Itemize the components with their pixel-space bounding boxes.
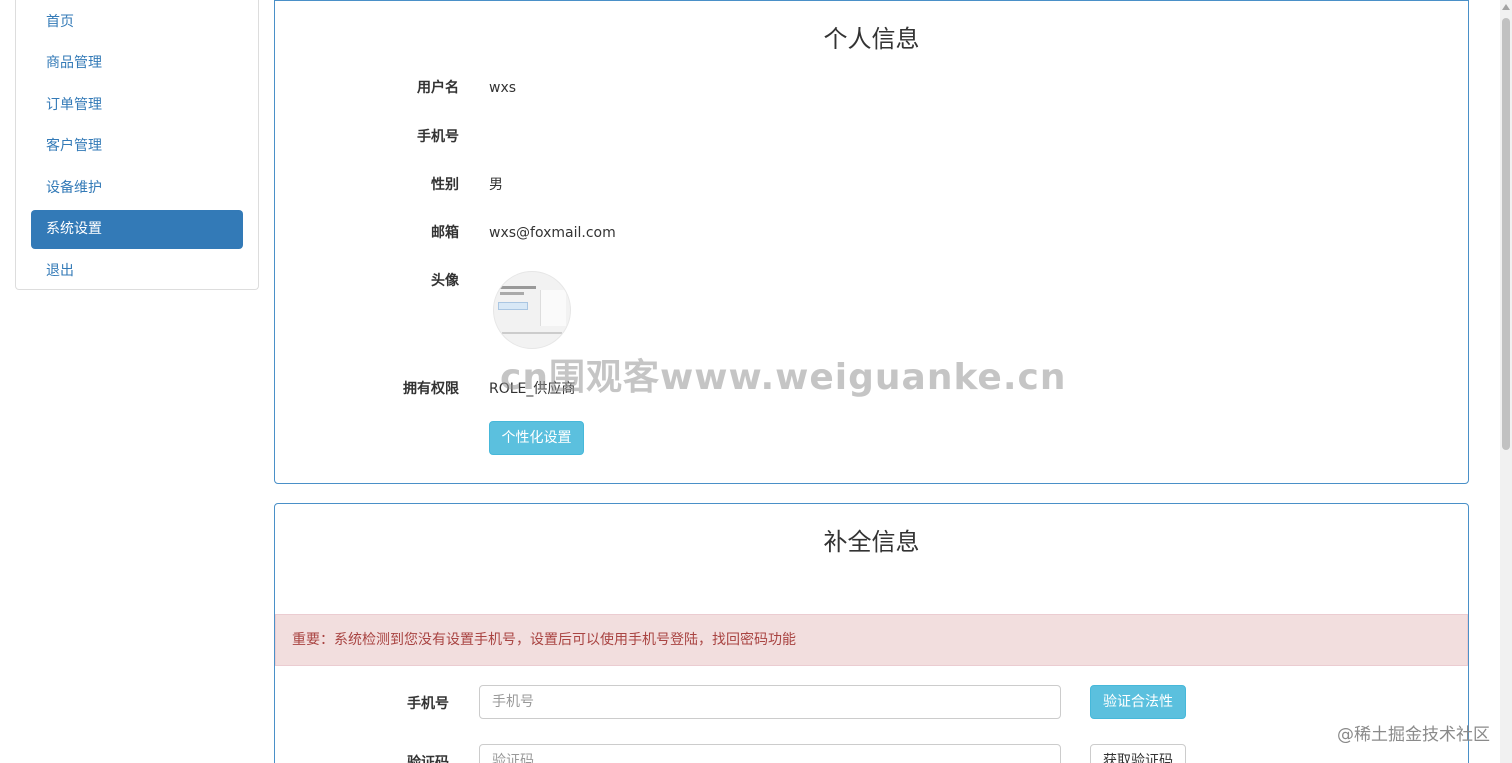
avatar-row: 头像 — [275, 269, 1468, 293]
sidebar-item-home[interactable]: 首页 — [31, 3, 243, 42]
username-row: 用户名 wxs — [275, 76, 1468, 100]
role-label: 拥有权限 — [403, 381, 459, 397]
code-input[interactable] — [479, 744, 1061, 763]
avatar-label: 头像 — [431, 273, 459, 289]
profile-title: 个人信息 — [823, 25, 920, 53]
avatar — [493, 271, 571, 349]
complete-info-panel: 补全信息 重要：系统检测到您没有设置手机号，设置后可以使用手机号登陆，找回密码功… — [274, 503, 1469, 763]
email-row: 邮箱 wxs@foxmail.com — [275, 221, 1468, 245]
username-label: 用户名 — [417, 80, 459, 96]
phone-row: 手机号 — [275, 125, 1468, 149]
get-code-button[interactable]: 获取验证码 — [1090, 744, 1186, 763]
watermark: cn围观客www.weiguanke.cn — [500, 357, 1067, 398]
sidebar-item-devices[interactable]: 设备维护 — [31, 169, 243, 208]
sidebar-item-orders[interactable]: 订单管理 — [31, 86, 243, 125]
scrollbar[interactable] — [1500, 0, 1512, 763]
credit-watermark: @稀土掘金技术社区 — [1337, 725, 1490, 745]
email-value: wxs@foxmail.com — [489, 225, 616, 241]
email-label: 邮箱 — [431, 225, 459, 241]
phone-input[interactable] — [479, 685, 1061, 719]
phone-label: 手机号 — [417, 129, 459, 145]
sidebar-item-customers[interactable]: 客户管理 — [31, 127, 243, 166]
scroll-thumb[interactable] — [1502, 18, 1510, 450]
sidebar: 首页 商品管理 订单管理 客户管理 设备维护 系统设置 退出 — [15, 0, 259, 290]
phone-alert: 重要：系统检测到您没有设置手机号，设置后可以使用手机号登陆，找回密码功能 — [275, 614, 1468, 666]
sidebar-item-logout[interactable]: 退出 — [31, 252, 243, 291]
gender-value: 男 — [489, 177, 503, 193]
complete-info-title: 补全信息 — [823, 528, 920, 556]
sidebar-item-products[interactable]: 商品管理 — [31, 44, 243, 83]
personalize-button[interactable]: 个性化设置 — [489, 421, 584, 455]
gender-label: 性别 — [431, 177, 459, 193]
sidebar-item-settings[interactable]: 系统设置 — [31, 210, 243, 249]
gender-row: 性别 男 — [275, 173, 1468, 197]
profile-panel: 个人信息 用户名 wxs 手机号 性别 男 邮箱 wxs@foxmail.com… — [274, 0, 1469, 484]
verify-button[interactable]: 验证合法性 — [1090, 685, 1186, 719]
username-value: wxs — [489, 80, 517, 96]
phone-field-label: 手机号 — [407, 696, 449, 712]
code-field-label: 验证码 — [407, 755, 449, 763]
scroll-up-icon[interactable] — [1502, 4, 1510, 10]
